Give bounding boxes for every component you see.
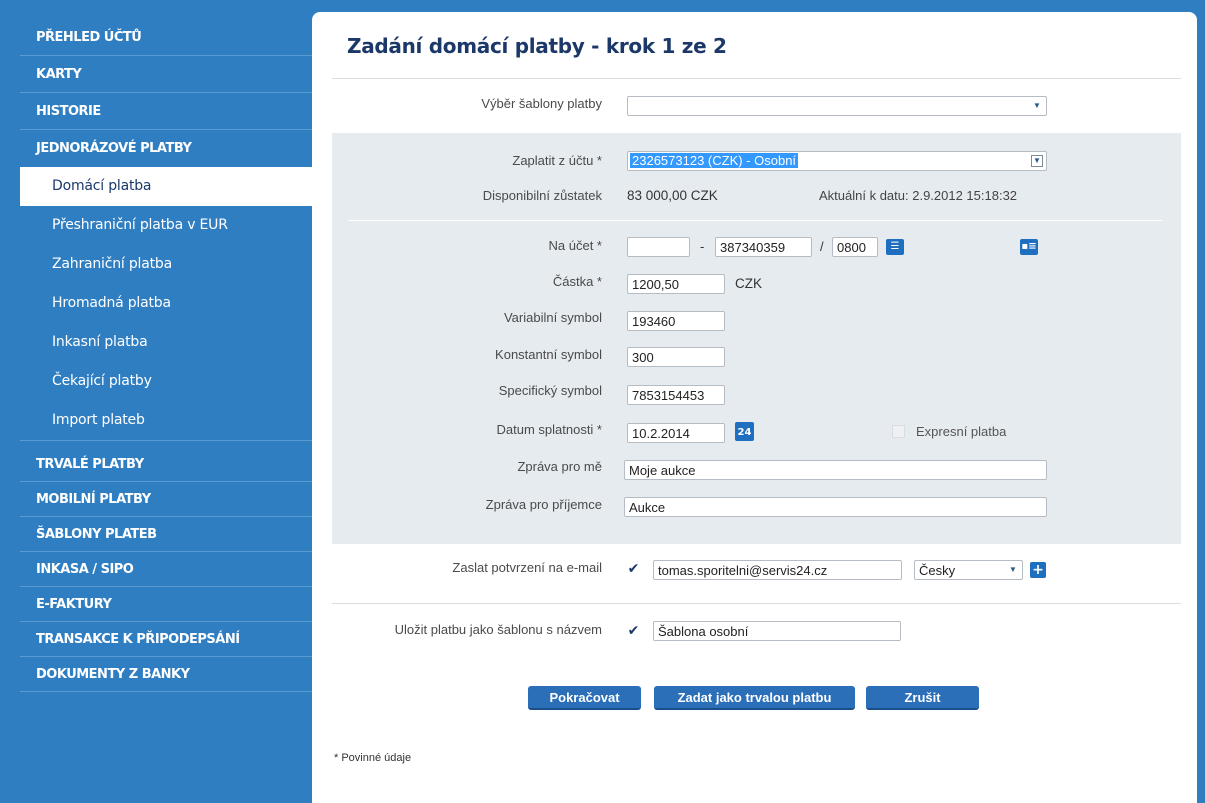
due-date-label: Datum splatnosti * [496,422,603,437]
bank-list-icon[interactable]: ☰ [886,239,904,255]
due-date-input[interactable]: 10.2.2014 [627,423,725,443]
save-template-checkbox[interactable]: ✔ [627,624,640,639]
chevron-down-icon: ▼ [1033,101,1041,110]
cancel-button[interactable]: Zrušit [866,686,979,710]
sidebar-subitem-import[interactable]: Import plateb [20,401,312,441]
page-title: Zadání domácí platby - krok 1 ze 2 [347,34,727,58]
balance-value: 83 000,00 CZK [627,188,718,203]
sidebar-item-history[interactable]: HISTORIE [20,93,312,130]
sidebar-subitem-foreign[interactable]: Zahraniční platba [0,245,312,284]
sidebar-item-cosign[interactable]: TRANSAKCE K PŘIPODEPSÁNÍ [20,622,312,657]
express-label: Expresní platba [916,424,1007,439]
bank-code-input[interactable]: 0800 [832,237,878,257]
amount-input[interactable]: 1200,50 [627,274,725,294]
pay-from-select[interactable]: 2326573123 (CZK) - Osobní ▼ [627,151,1047,171]
sidebar-subitem-bulk[interactable]: Hromadná platba [0,284,312,323]
sidebar-item-mobile[interactable]: MOBILNÍ PLATBY [20,482,312,517]
email-input[interactable]: tomas.sporitelni@servis24.cz [653,560,902,580]
ss-input[interactable]: 7853154453 [627,385,725,405]
sidebar: PŘEHLED ÚČTŮ KARTY HISTORIE JEDNORÁZOVÉ … [0,0,312,803]
template-label: Výběr šablony platby [481,96,602,111]
chevron-down-icon: ▼ [1031,155,1043,167]
currency-label: CZK [735,276,762,291]
sidebar-item-einvoices[interactable]: E-FAKTURY [20,587,312,622]
sidebar-item-collections[interactable]: INKASA / SIPO [20,552,312,587]
main-panel: Zadání domácí platby - krok 1 ze 2 Výběr… [312,12,1197,803]
msg-me-label: Zpráva pro mě [517,459,602,474]
contact-card-icon[interactable]: ▪≡ [1020,239,1038,255]
sidebar-subitem-collection[interactable]: Inkasní platba [0,323,312,362]
sidebar-subitem-pending[interactable]: Čekající platby [0,362,312,401]
calendar-icon[interactable]: 24 [735,422,754,441]
dash-separator: - [700,239,705,254]
ks-label: Konstantní symbol [495,347,602,362]
sidebar-item-single-payments[interactable]: JEDNORÁZOVÉ PLATBY [20,130,312,167]
email-label: Zaslat potvrzení na e-mail [452,560,602,575]
account-prefix-input[interactable] [627,237,690,257]
to-account-label: Na účet * [548,238,602,253]
sidebar-subitem-domestic[interactable]: Domácí platba [20,167,312,206]
language-select[interactable]: Česky ▼ [914,560,1023,580]
vs-label: Variabilní symbol [503,310,602,325]
chevron-down-icon: ▼ [1009,565,1017,574]
add-email-icon[interactable]: + [1030,562,1046,578]
sidebar-subitem-sepa[interactable]: Přeshraniční platba v EUR [0,206,312,245]
balance-label: Disponibilní zůstatek [482,188,602,203]
template-select[interactable]: ▼ [627,96,1047,116]
sidebar-item-overview[interactable]: PŘEHLED ÚČTŮ [20,19,312,56]
msg-recipient-label: Zpráva pro příjemce [485,497,602,512]
divider [332,603,1181,604]
pay-from-label: Zaplatit z účtu * [512,153,602,168]
sidebar-item-templates[interactable]: ŠABLONY PLATEB [20,517,312,552]
required-footnote: * Povinné údaje [334,752,412,764]
msg-me-input[interactable]: Moje aukce [624,460,1047,480]
balance-date: Aktuální k datu: 2.9.2012 15:18:32 [819,188,1018,203]
express-checkbox[interactable] [892,425,905,438]
save-template-label: Uložit platbu jako šablonu s názvem [394,622,602,637]
sidebar-item-cards[interactable]: KARTY [20,56,312,93]
vs-input[interactable]: 193460 [627,311,725,331]
sidebar-item-standing[interactable]: TRVALÉ PLATBY [20,447,312,482]
template-name-input[interactable]: Šablona osobní [653,621,901,641]
continue-button[interactable]: Pokračovat [528,686,641,710]
email-checkbox[interactable]: ✔ [627,562,640,577]
slash-separator: / [820,239,824,254]
ss-label: Specifický symbol [498,383,602,398]
standing-order-button[interactable]: Zadat jako trvalou platbu [654,686,855,710]
amount-label: Částka * [552,274,602,289]
account-number-input[interactable]: 387340359 [715,237,812,257]
divider [332,78,1181,79]
divider [348,220,1162,221]
ks-input[interactable]: 300 [627,347,725,367]
sidebar-item-documents[interactable]: DOKUMENTY Z BANKY [20,657,312,692]
msg-recipient-input[interactable]: Aukce [624,497,1047,517]
